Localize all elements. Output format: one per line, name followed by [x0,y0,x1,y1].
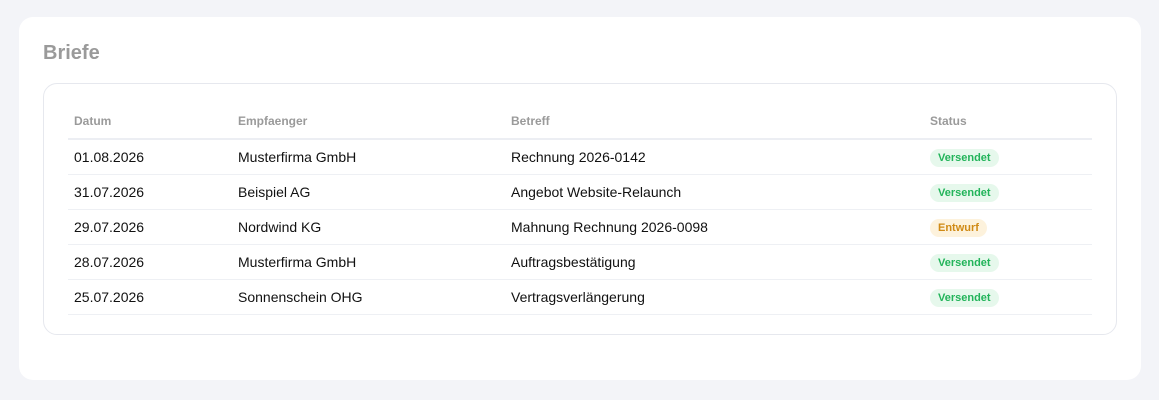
cell-date: 25.07.2026 [68,279,232,315]
table-row[interactable]: 31.07.2026 Beispiel AG Angebot Website-R… [68,174,1092,210]
cell-status: Versendet [924,244,1092,280]
cell-recipient: Musterfirma GmbH [232,139,505,175]
table-row[interactable]: 01.08.2026 Musterfirma GmbH Rechnung 202… [68,139,1092,175]
cell-status: Versendet [924,174,1092,210]
cell-subject: Auftragsbestätigung [505,244,924,280]
letters-table: Datum Empfaenger Betreff Status 01.08.20… [68,104,1092,315]
column-header-recipient[interactable]: Empfaenger [232,104,505,140]
page-title: Briefe [43,42,100,64]
status-badge: Versendet [930,288,999,307]
cell-subject: Rechnung 2026-0142 [505,139,924,175]
cell-subject: Mahnung Rechnung 2026-0098 [505,209,924,245]
status-badge: Versendet [930,148,999,167]
cell-recipient: Nordwind KG [232,209,505,245]
status-badge: Entwurf [930,218,987,237]
cell-status: Entwurf [924,209,1092,245]
cell-date: 31.07.2026 [68,174,232,210]
cell-subject: Vertragsverlängerung [505,279,924,315]
table-row[interactable]: 28.07.2026 Musterfirma GmbH Auftragsbest… [68,244,1092,280]
column-header-status[interactable]: Status [924,104,1092,140]
table-header-row: Datum Empfaenger Betreff Status [68,104,1092,140]
table-row[interactable]: 29.07.2026 Nordwind KG Mahnung Rechnung … [68,209,1092,245]
letters-table-card: Datum Empfaenger Betreff Status 01.08.20… [43,83,1117,335]
column-header-subject[interactable]: Betreff [505,104,924,140]
cell-date: 29.07.2026 [68,209,232,245]
cell-date: 01.08.2026 [68,139,232,175]
status-badge: Versendet [930,253,999,272]
column-header-date[interactable]: Datum [68,104,232,140]
cell-date: 28.07.2026 [68,244,232,280]
table-row[interactable]: 25.07.2026 Sonnenschein OHG Vertragsverl… [68,279,1092,315]
cell-recipient: Beispiel AG [232,174,505,210]
cell-recipient: Sonnenschein OHG [232,279,505,315]
letters-panel: Briefe Datum Empfaenger Betreff Status 0… [19,17,1141,380]
cell-status: Versendet [924,279,1092,315]
cell-status: Versendet [924,139,1092,175]
status-badge: Versendet [930,183,999,202]
cell-recipient: Musterfirma GmbH [232,244,505,280]
cell-subject: Angebot Website-Relaunch [505,174,924,210]
